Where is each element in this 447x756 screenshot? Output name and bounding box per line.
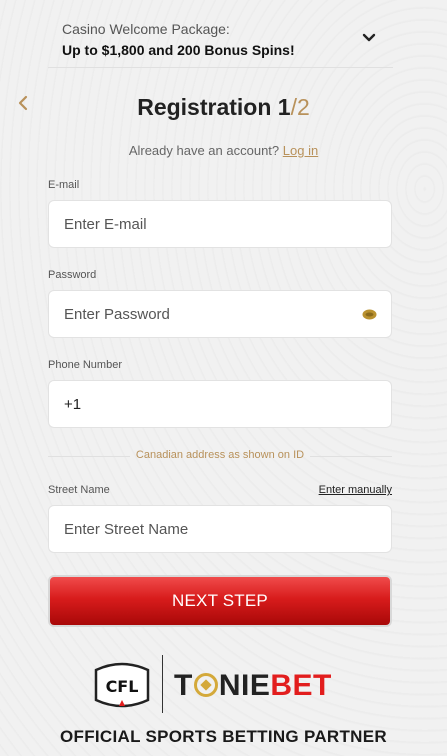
phone-label: Phone Number xyxy=(48,359,122,371)
coin-icon xyxy=(193,673,218,697)
page-title: Registration 1/2 xyxy=(0,94,447,121)
street-field[interactable]: Enter Street Name xyxy=(48,505,392,553)
login-prompt-line: Already have an account? Log in xyxy=(0,143,447,158)
password-label: Password xyxy=(48,269,97,281)
toniebet-logo: T NIEBET xyxy=(174,669,332,703)
email-field[interactable]: Enter E-mail xyxy=(48,200,392,248)
cfl-logo: CFL xyxy=(94,662,150,708)
email-label: E-mail xyxy=(48,179,80,191)
next-step-button[interactable]: NEXT STEP xyxy=(48,575,392,627)
address-divider: Canadian address as shown on ID xyxy=(48,448,392,464)
street-placeholder: Enter Street Name xyxy=(64,520,189,538)
welcome-package-banner[interactable]: Casino Welcome Package: Up to $1,800 and… xyxy=(48,10,393,68)
password-field[interactable]: Enter Password xyxy=(48,290,392,338)
partner-branding: CFL T NIEBET xyxy=(92,655,362,715)
partner-separator xyxy=(162,655,163,713)
enter-manually-link[interactable]: Enter manually xyxy=(319,484,392,496)
phone-field[interactable]: +1 xyxy=(48,380,392,428)
promo-offer: Up to $1,800 and 200 Bonus Spins! xyxy=(62,42,295,58)
partner-tagline: OFFICIAL SPORTS BETTING PARTNER xyxy=(60,727,387,746)
eye-icon[interactable] xyxy=(362,309,377,320)
email-placeholder: Enter E-mail xyxy=(64,215,147,233)
title-step: Registration 1 xyxy=(137,94,291,120)
login-prompt: Already have an account? xyxy=(128,143,280,158)
street-label: Street Name xyxy=(48,484,110,496)
password-placeholder: Enter Password xyxy=(64,305,170,323)
brand-part-1: T xyxy=(174,669,193,702)
login-link[interactable]: Log in xyxy=(283,143,318,158)
brand-part-3: BET xyxy=(270,669,332,702)
promo-title: Casino Welcome Package: xyxy=(62,21,230,37)
brand-part-2: NIE xyxy=(218,669,271,702)
cfl-logo-text: CFL xyxy=(106,677,139,696)
phone-value: +1 xyxy=(64,395,82,413)
divider-line-right xyxy=(310,456,392,457)
address-divider-text: Canadian address as shown on ID xyxy=(135,449,305,461)
chevron-down-icon[interactable] xyxy=(361,30,377,46)
title-total: /2 xyxy=(290,94,310,120)
